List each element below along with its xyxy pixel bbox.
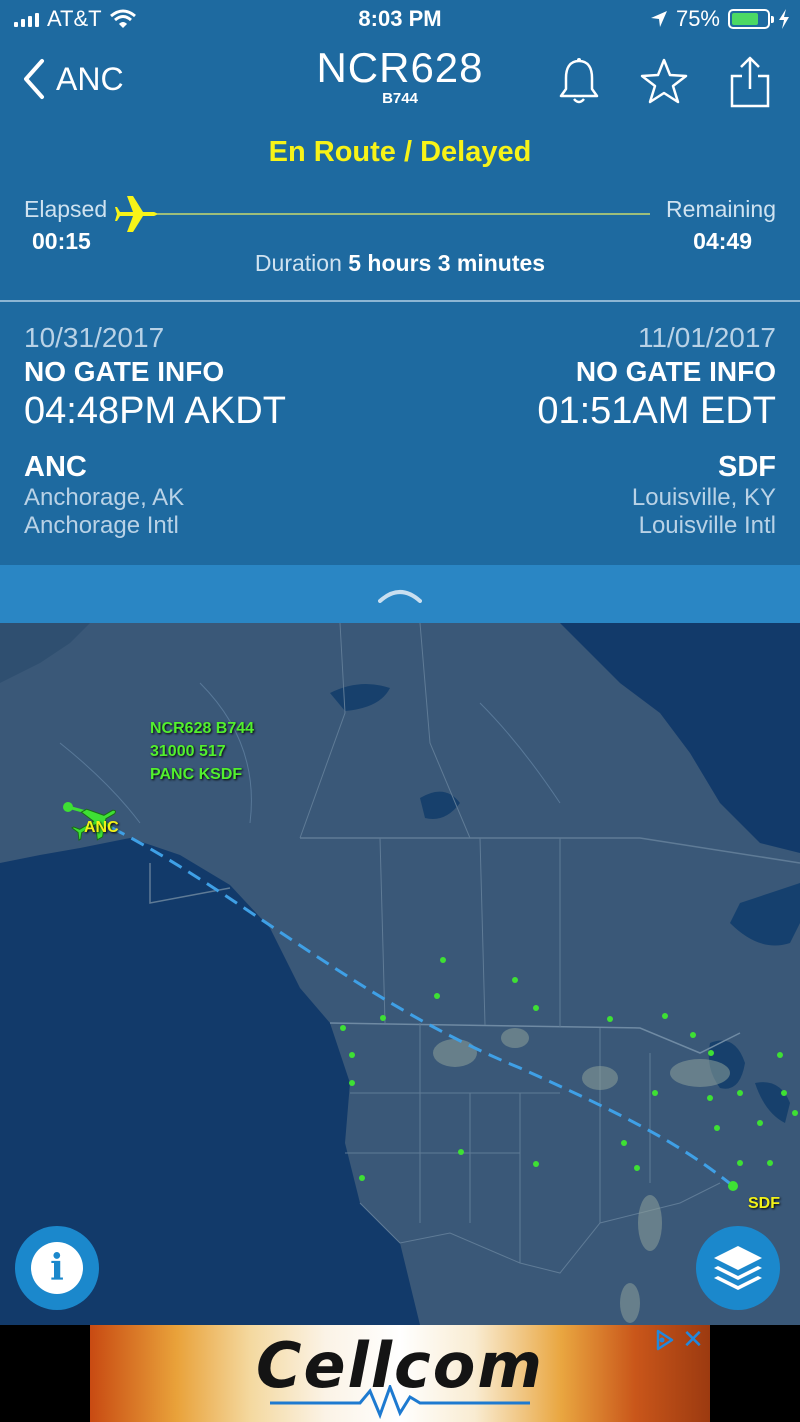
departure-gate: NO GATE INFO [24, 356, 225, 387]
map-base-layer [0, 623, 800, 1325]
duration-label: Duration [254, 250, 342, 276]
flight-tag-line3: PANC KSDF [150, 766, 243, 783]
flight-map-tag: NCR628 B744 31000 517 PANC KSDF [150, 717, 254, 786]
flight-map[interactable]: NCR628 B744 31000 517 PANC KSDF ANC SDF … [0, 623, 800, 1325]
divider [0, 300, 800, 302]
flight-header-panel: AT&T 8:03 PM 75% ANC NCR628 B744 En Rout… [0, 0, 800, 565]
departure-city: Anchorage, AK [24, 484, 185, 511]
remaining-label: Remaining [666, 196, 776, 222]
alert-button[interactable] [555, 56, 603, 108]
elapsed-label: Elapsed [24, 196, 108, 222]
arrival-code: SDF [718, 451, 776, 483]
airplane-icon [115, 196, 157, 232]
layers-icon [714, 1246, 762, 1290]
flight-progress: Elapsed 00:15 Remaining 04:49 Duration 5… [0, 190, 800, 290]
destination-airport-label: SDF [748, 1195, 780, 1212]
charging-bolt-icon [779, 9, 789, 29]
bell-icon [559, 58, 599, 104]
collapse-panel-handle[interactable] [0, 565, 800, 623]
departure-date: 10/31/2017 [24, 322, 165, 353]
map-layers-button[interactable] [696, 1226, 780, 1310]
departure-code: ANC [24, 451, 87, 483]
arrival-airport: Louisville Intl [638, 512, 776, 539]
arrival-time: 01:51AM EDT [537, 390, 776, 432]
info-icon: i [31, 1242, 83, 1294]
progress-track [150, 213, 650, 215]
collapse-chevron-icon [378, 590, 422, 603]
ad-choices-icon[interactable] [652, 1327, 678, 1353]
navigation-bar: ANC NCR628 B744 [0, 40, 800, 120]
arrival-info: 11/01/2017 NO GATE INFO 01:51AM EDT SDF … [396, 322, 776, 540]
share-icon [730, 56, 770, 108]
departure-info: 10/31/2017 NO GATE INFO 04:48PM AKDT ANC… [24, 322, 404, 540]
ad-banner[interactable]: Cellcom ✕ [90, 1325, 710, 1422]
arrival-date: 11/01/2017 [637, 322, 776, 353]
location-arrow-icon [650, 11, 667, 27]
duration: Duration 5 hours 3 minutes [0, 250, 800, 277]
info-button[interactable]: i [15, 1226, 99, 1310]
favorite-button[interactable] [640, 56, 688, 108]
share-button[interactable] [726, 56, 774, 108]
arrival-gate: NO GATE INFO [575, 356, 776, 387]
origin-airport-label: ANC [84, 819, 119, 836]
status-bar: AT&T 8:03 PM 75% [0, 0, 800, 40]
arrival-city: Louisville, KY [631, 484, 776, 511]
flight-status: En Route / Delayed [268, 136, 532, 168]
star-icon [640, 58, 688, 104]
departure-airport: Anchorage Intl [24, 512, 179, 539]
battery-percent: 75% [675, 6, 720, 31]
flight-tag-line1: NCR628 B744 [150, 720, 255, 737]
battery-icon [728, 9, 774, 29]
departure-time: 04:48PM AKDT [24, 390, 286, 432]
close-icon[interactable]: ✕ [680, 1325, 706, 1353]
ad-wave-logo [270, 1385, 530, 1419]
duration-value: 5 hours 3 minutes [348, 250, 546, 276]
flight-tag-line2: 31000 517 [150, 743, 226, 760]
